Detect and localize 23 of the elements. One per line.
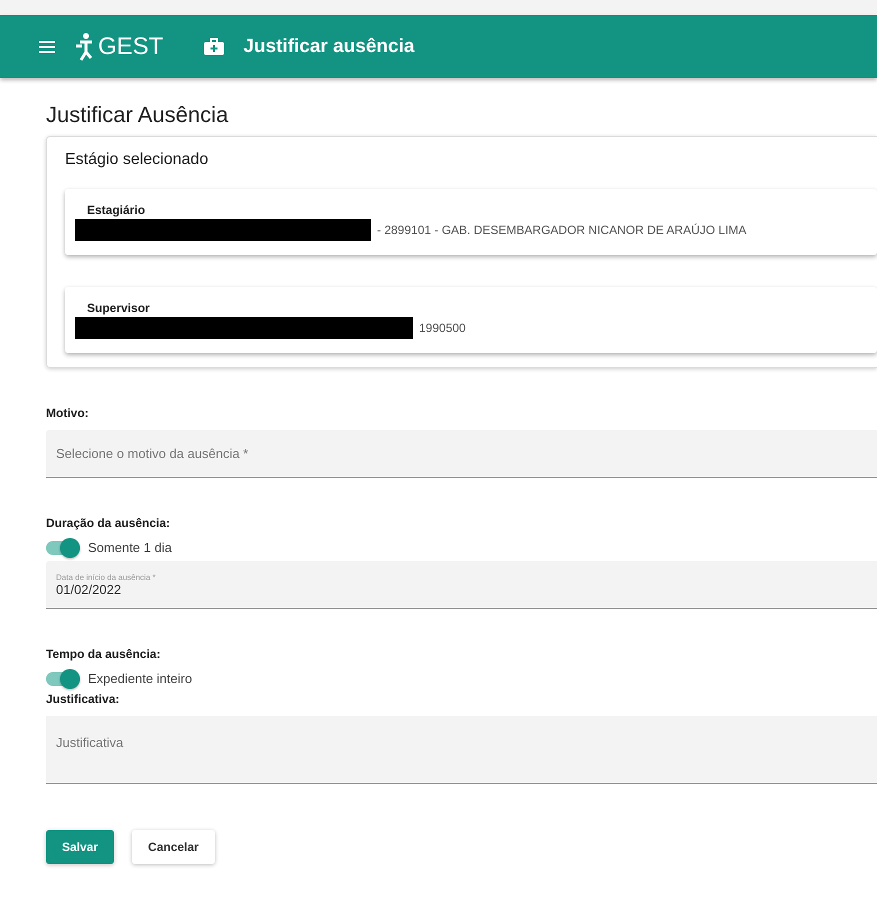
- card-title: Estágio selecionado: [65, 151, 210, 169]
- field-label: Motivo:: [46, 406, 90, 420]
- field-label: Tempo da ausência:: [46, 647, 162, 661]
- header-title: Justificar ausência: [243, 36, 414, 58]
- page-title: Justificar Ausência: [46, 102, 230, 128]
- toggle-switch[interactable]: [46, 540, 80, 554]
- app-logo: GEST: [74, 32, 164, 62]
- toggle-label: Somente 1 dia: [88, 540, 172, 555]
- field-label: Justificativa:: [46, 692, 120, 706]
- motivo-select[interactable]: Selecione o motivo da ausência *: [46, 430, 877, 478]
- cancel-button[interactable]: Cancelar: [132, 830, 215, 864]
- person-value: 1990500: [419, 321, 466, 335]
- justificativa-field[interactable]: Justificativa: [46, 716, 877, 784]
- medical-kit-icon: [203, 38, 226, 56]
- person-value: - 2899101 - GAB. DESEMBARGADOR NICANOR DE ARAÚJO LIMA: [377, 223, 746, 237]
- toggle-switch[interactable]: [46, 672, 80, 686]
- person-label: Estagiário: [86, 203, 146, 217]
- toggle-label: Expediente inteiro: [88, 671, 192, 686]
- menu-icon[interactable]: [38, 40, 56, 54]
- person-label: Supervisor: [86, 301, 151, 315]
- date-field[interactable]: Data de início da ausência * 01/02/2022: [46, 561, 877, 609]
- field-label: Duração da ausência:: [46, 516, 172, 530]
- save-button[interactable]: Salvar: [46, 830, 114, 864]
